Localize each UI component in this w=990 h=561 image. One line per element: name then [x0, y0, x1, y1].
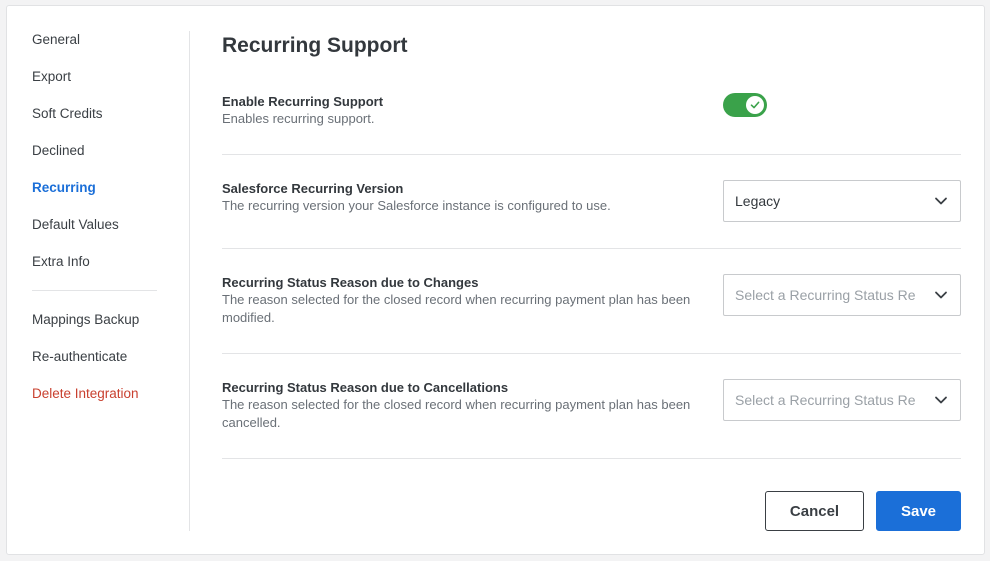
- settings-card: General Export Soft Credits Declined Rec…: [6, 5, 985, 555]
- check-icon: [750, 101, 760, 109]
- enable-recurring-description: Enables recurring support.: [222, 111, 375, 126]
- sidebar-separator: [189, 31, 190, 531]
- settings-sidebar: General Export Soft Credits Declined Rec…: [7, 6, 189, 554]
- sidebar-item-extra-info[interactable]: Extra Info: [32, 254, 90, 269]
- sidebar-item-delete-integration[interactable]: Delete Integration: [32, 386, 139, 401]
- chevron-down-icon: [935, 197, 947, 205]
- sidebar-item-recurring[interactable]: Recurring: [32, 180, 96, 195]
- row-divider: [222, 154, 961, 155]
- cancel-button[interactable]: Cancel: [765, 491, 864, 531]
- save-button[interactable]: Save: [876, 491, 961, 531]
- enable-recurring-toggle[interactable]: [723, 93, 767, 117]
- status-reason-changes-label: Recurring Status Reason due to Changes: [222, 275, 479, 290]
- sidebar-item-soft-credits[interactable]: Soft Credits: [32, 106, 103, 121]
- status-reason-changes-select[interactable]: Select a Recurring Status Re: [723, 274, 961, 316]
- chevron-down-icon: [935, 291, 947, 299]
- status-reason-changes-description: The reason selected for the closed recor…: [222, 292, 691, 325]
- recurring-version-select[interactable]: Legacy: [723, 180, 961, 222]
- row-divider: [222, 353, 961, 354]
- sidebar-divider: [32, 290, 157, 291]
- status-reason-cancellations-select[interactable]: Select a Recurring Status Re: [723, 379, 961, 421]
- enable-recurring-label: Enable Recurring Support: [222, 94, 384, 109]
- sidebar-item-export[interactable]: Export: [32, 69, 71, 84]
- page-title: Recurring Support: [222, 34, 408, 57]
- status-reason-changes-placeholder: Select a Recurring Status Re: [735, 287, 916, 303]
- sidebar-item-mappings-backup[interactable]: Mappings Backup: [32, 312, 139, 327]
- sidebar-item-re-authenticate[interactable]: Re-authenticate: [32, 349, 127, 364]
- chevron-down-icon: [935, 396, 947, 404]
- status-reason-cancellations-description: The reason selected for the closed recor…: [222, 397, 691, 430]
- recurring-version-value: Legacy: [735, 193, 781, 209]
- sidebar-item-declined[interactable]: Declined: [32, 143, 85, 158]
- sidebar-item-general[interactable]: General: [32, 32, 80, 47]
- row-divider: [222, 248, 961, 249]
- recurring-version-description: The recurring version your Salesforce in…: [222, 198, 611, 213]
- row-divider: [222, 458, 961, 459]
- status-reason-cancellations-placeholder: Select a Recurring Status Re: [735, 392, 916, 408]
- sidebar-item-default-values[interactable]: Default Values: [32, 217, 119, 232]
- toggle-knob: [746, 96, 764, 114]
- status-reason-cancellations-label: Recurring Status Reason due to Cancellat…: [222, 380, 509, 395]
- recurring-version-label: Salesforce Recurring Version: [222, 181, 404, 196]
